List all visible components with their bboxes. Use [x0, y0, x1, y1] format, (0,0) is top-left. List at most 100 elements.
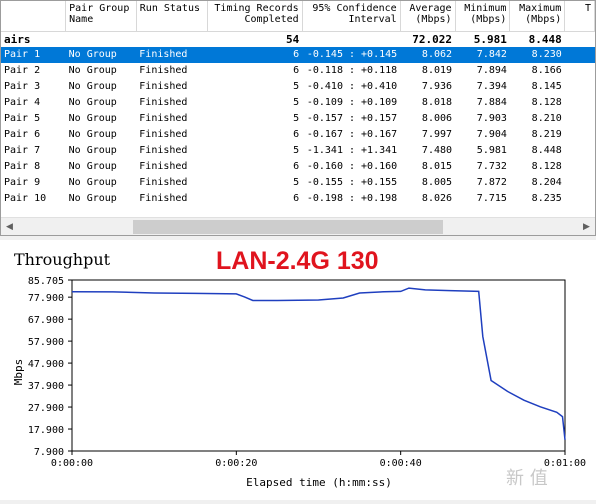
column-header-ci[interactable]: 95% Confidence Interval — [302, 1, 401, 32]
cell-min: 7.872 — [476, 176, 507, 188]
cell-pair: Pair 4 — [4, 96, 41, 108]
cell-more — [565, 31, 595, 47]
cell-more — [565, 159, 595, 175]
cell-records: 5 — [293, 80, 300, 92]
cell-min: 7.715 — [476, 192, 507, 204]
y-tick-label: 67.900 — [28, 315, 64, 326]
cell-pair: Pair 2 — [4, 64, 41, 76]
y-tick-label: 85.705 — [28, 276, 64, 287]
cell-records: 6 — [293, 64, 300, 76]
cell-ci: -0.118 : +0.118 — [306, 64, 398, 76]
cell-more — [565, 63, 595, 79]
x-axis-title: Elapsed time (h:mm:ss) — [246, 476, 392, 489]
cell-min: 7.842 — [455, 46, 510, 63]
x-tick-label: 0:01:00 — [544, 458, 586, 469]
cell-records: 6 — [293, 160, 300, 172]
scroll-left-icon[interactable]: ◀ — [1, 218, 18, 235]
cell-more — [565, 79, 595, 95]
cell-avg: 8.015 — [421, 160, 453, 172]
table-row[interactable]: Pair 7 No Group Finished 5 -1.341 : +1.341 7.… — [1, 143, 595, 159]
table-row[interactable]: Pair 4 No Group Finished 5 -0.109 : +0.109 8.… — [1, 95, 595, 111]
cell-avg: 8.005 — [421, 176, 453, 188]
table-row[interactable]: Pair 1 No Group Finished 6 -0.145 : +0.145 8.… — [1, 46, 595, 63]
cell-avg: 72.022 — [412, 32, 453, 46]
cell-ci: -0.410 : +0.410 — [306, 80, 398, 92]
cell-group: No Group — [68, 160, 117, 172]
table-row[interactable]: Pair 5 No Group Finished 5 -0.157 : +0.157 8.… — [1, 111, 595, 127]
y-tick-label: 27.900 — [28, 403, 64, 414]
cell-status: Finished — [139, 192, 188, 204]
table-row[interactable]: Pair 3 No Group Finished 5 -0.410 : +0.410 7.… — [1, 79, 595, 95]
column-header-more[interactable]: T — [564, 1, 595, 32]
results-grid: Pair Group Name Run Status Timing Records … — [0, 0, 596, 236]
cell-pair: Pair 3 — [4, 80, 41, 92]
column-header-pair[interactable] — [1, 1, 67, 32]
cell-group: No Group — [68, 176, 117, 188]
cell-more — [565, 111, 595, 127]
table-row[interactable]: Pair 6 No Group Finished 6 -0.167 : +0.167 7.… — [1, 127, 595, 143]
cell-ci: -0.160 : +0.160 — [306, 160, 398, 172]
cell-pair: Pair 7 — [4, 144, 41, 156]
cell-more — [565, 127, 595, 143]
cell-status: Finished — [139, 112, 188, 124]
table-row[interactable]: Pair 8 No Group Finished 6 -0.160 : +0.160 8.… — [1, 159, 595, 175]
table-row[interactable]: Pair 9 No Group Finished 5 -0.155 : +0.155 8.… — [1, 175, 595, 191]
cell-pair: Pair 8 — [4, 160, 41, 172]
cell-min: 5.981 — [473, 32, 507, 46]
cell-min: 7.904 — [476, 128, 507, 140]
cell-min: 7.884 — [476, 96, 507, 108]
table-row[interactable]: Pair 10 No Group Finished 6 -0.198 : +0.198 8… — [1, 191, 595, 207]
column-header-status[interactable]: Run Status — [136, 1, 209, 32]
cell-max: 8.166 — [531, 64, 562, 76]
cell-max: 8.145 — [531, 80, 562, 92]
column-header-records[interactable]: Timing Records Completed — [207, 1, 303, 32]
cell-pair: airs — [4, 32, 31, 46]
table-row[interactable]: Pair 2 No Group Finished 6 -0.118 : +0.118 8.… — [1, 63, 595, 79]
cell-more — [565, 143, 595, 159]
x-tick-label: 0:00:00 — [51, 458, 93, 469]
cell-avg: 7.480 — [421, 144, 453, 156]
watermark-logo: 新 值 — [506, 468, 548, 489]
x-tick-label: 0:00:40 — [380, 458, 422, 469]
cell-min: 7.732 — [476, 160, 507, 172]
cell-max: 8.235 — [531, 192, 562, 204]
column-header-min[interactable]: Minimum (Mbps) — [455, 1, 511, 32]
cell-records: 5 — [293, 112, 300, 124]
cell-max: 8.230 — [509, 46, 565, 63]
cell-pair: Pair 9 — [4, 176, 41, 188]
cell-records: 5 — [293, 176, 300, 188]
cell-group — [66, 31, 137, 47]
y-tick-label: 37.900 — [28, 381, 64, 392]
column-header-avg[interactable]: Average (Mbps) — [400, 1, 456, 32]
cell-group: No Group — [68, 112, 117, 124]
cell-status — [136, 31, 208, 47]
cell-avg: 8.062 — [400, 46, 456, 63]
scrollbar-thumb[interactable] — [133, 220, 443, 234]
column-header-group[interactable]: Pair Group Name — [65, 1, 137, 32]
cell-status: Finished — [139, 160, 188, 172]
cell-max: 8.448 — [528, 32, 562, 46]
throughput-chart-panel: Throughput LAN-2.4G 130 85.705 77.900 67.9… — [0, 240, 596, 500]
y-tick-label: 7.900 — [34, 447, 64, 458]
y-tick-label: 77.900 — [28, 293, 64, 304]
cell-records: 6 — [293, 128, 300, 140]
scroll-right-icon[interactable]: ▶ — [578, 218, 595, 235]
y-axis-title: Mbps — [12, 359, 25, 386]
cell-max: 8.128 — [531, 96, 562, 108]
cell-status: Finished — [139, 144, 188, 156]
cell-min: 7.903 — [476, 112, 507, 124]
y-tick-label: 17.900 — [28, 425, 64, 436]
cell-ci: -0.198 : +0.198 — [306, 192, 398, 204]
table-row-total[interactable]: airs 54 72.022 5.981 8.448 — [1, 31, 595, 47]
cell-pair: Pair 10 — [4, 192, 47, 204]
cell-avg: 7.936 — [421, 80, 453, 92]
cell-records: 6 — [207, 46, 303, 63]
horizontal-scrollbar[interactable]: ◀ ▶ — [1, 217, 595, 235]
chart-title: Throughput — [14, 250, 111, 269]
throughput-chart: Throughput LAN-2.4G 130 85.705 77.900 67.9… — [12, 247, 586, 489]
cell-status: Finished — [139, 64, 188, 76]
results-table: Pair Group Name Run Status Timing Records … — [1, 1, 595, 207]
column-header-max[interactable]: Maximum (Mbps) — [509, 1, 566, 32]
cell-group: No Group — [68, 80, 117, 92]
cell-ci: -0.167 : +0.167 — [306, 128, 398, 140]
